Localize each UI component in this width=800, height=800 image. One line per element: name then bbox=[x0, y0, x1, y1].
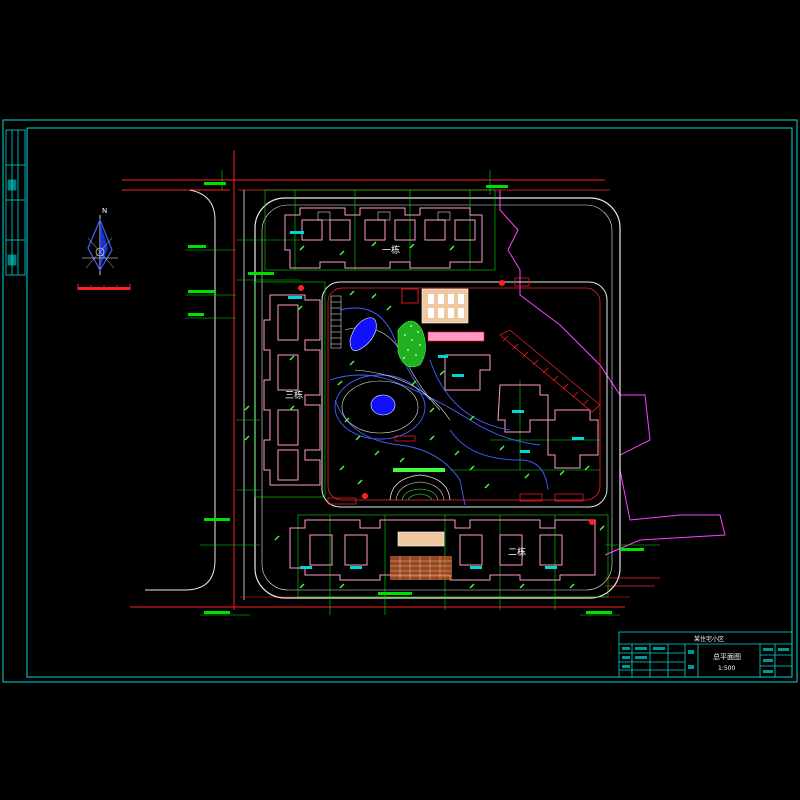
lawn bbox=[397, 320, 426, 368]
building-label-south: 二栋 bbox=[508, 546, 526, 558]
hatched-strip bbox=[499, 329, 601, 413]
building-label-west: 三栋 bbox=[285, 389, 303, 401]
building-north-detail bbox=[317, 211, 451, 221]
site-plan-drawing: N 一栋 三栋 二栋 某住宅小区 总平面图 1:500 bbox=[2, 119, 798, 683]
fountain-pond bbox=[370, 394, 396, 416]
title-block-title: 总平面图 bbox=[713, 652, 741, 661]
building-label-north: 一栋 bbox=[382, 244, 400, 256]
binding-strip bbox=[5, 129, 26, 276]
title-block-fill bbox=[622, 647, 789, 673]
scale-bar bbox=[77, 284, 131, 290]
building-north bbox=[284, 207, 483, 269]
title-block-scale: 1:500 bbox=[718, 665, 735, 672]
building-west bbox=[263, 294, 321, 486]
north-arrow-label: N bbox=[102, 207, 107, 215]
lake bbox=[349, 317, 377, 351]
north-arrow-icon bbox=[82, 215, 118, 275]
title-block-project: 某住宅小区 bbox=[694, 635, 724, 643]
green-grid-lines bbox=[185, 170, 660, 616]
amphitheater bbox=[389, 468, 451, 501]
stair-ladder bbox=[330, 295, 342, 349]
south-entrance-plaza bbox=[390, 531, 452, 580]
